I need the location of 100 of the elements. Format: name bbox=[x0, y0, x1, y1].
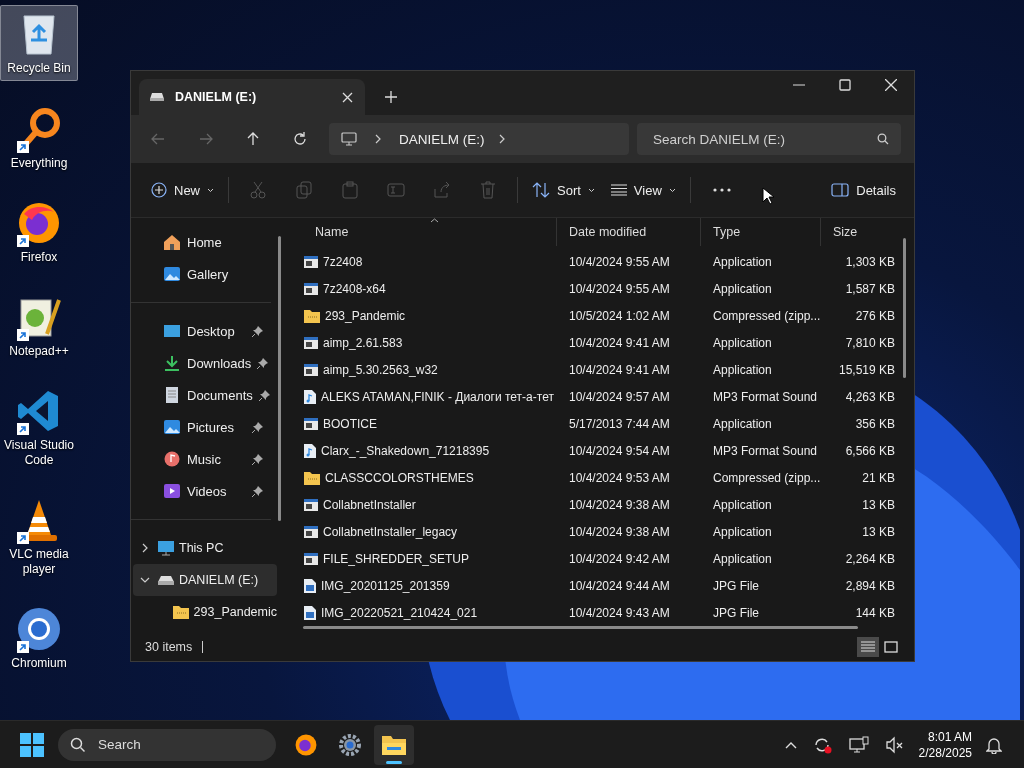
browser-icon bbox=[16, 606, 62, 652]
sidebar-item[interactable]: Desktop bbox=[131, 315, 271, 347]
bell-icon[interactable] bbox=[986, 735, 1002, 754]
zip-folder-icon bbox=[303, 307, 321, 324]
more-options-icon[interactable] bbox=[712, 188, 731, 192]
desktop-shortcut[interactable]: Firefox bbox=[0, 195, 78, 269]
up-arrow-icon[interactable] bbox=[247, 132, 259, 146]
shortcut-arrow-icon bbox=[17, 235, 29, 247]
sidebar-label: Videos bbox=[187, 483, 228, 499]
tree-item[interactable]: DANIELM (E:) bbox=[133, 564, 277, 596]
shortcut-arrow-icon bbox=[17, 141, 29, 153]
file-name: aimp_2.61.583 bbox=[323, 335, 403, 350]
type-cell-text: Application bbox=[712, 524, 773, 539]
tree-item[interactable]: This PC bbox=[133, 532, 277, 564]
network-icon[interactable] bbox=[848, 735, 869, 754]
drive-icon bbox=[149, 92, 165, 102]
monitor-icon bbox=[163, 323, 181, 339]
type-cell-text: MP3 Format Sound bbox=[712, 389, 819, 404]
desktop-shortcut[interactable]: Everything bbox=[0, 101, 78, 175]
search-input[interactable]: Search bbox=[96, 736, 264, 753]
sidebar-label: Documents bbox=[187, 387, 253, 403]
close-icon[interactable] bbox=[885, 79, 897, 91]
new-tab-icon[interactable] bbox=[385, 91, 397, 103]
column-header[interactable]: Type bbox=[701, 218, 821, 246]
back-arrow-icon[interactable] bbox=[151, 133, 165, 145]
breadcrumb-item[interactable]: DANIELM (E:) bbox=[399, 131, 485, 147]
refresh-icon[interactable] bbox=[293, 132, 307, 146]
type-cell-text: Compressed (zipp... bbox=[712, 308, 821, 323]
date-cell-text: 10/4/2024 9:44 AM bbox=[568, 578, 671, 593]
sidebar-item[interactable]: Documents bbox=[131, 379, 271, 411]
explorer-tab[interactable]: DANIELM (E:) bbox=[139, 79, 365, 115]
type-cell-text: JPG File bbox=[712, 605, 760, 620]
scrollbar[interactable] bbox=[278, 236, 281, 521]
start-icon[interactable] bbox=[20, 732, 44, 757]
file-name: 7z2408 bbox=[323, 254, 363, 269]
sidebar-item[interactable]: Home bbox=[131, 226, 271, 258]
column-header[interactable]: Size bbox=[821, 218, 899, 246]
maximize-icon[interactable] bbox=[839, 79, 851, 91]
size-cell-text: 7,810 KB bbox=[844, 335, 896, 350]
new-button[interactable]: New bbox=[143, 176, 222, 204]
speaker-muted-icon[interactable] bbox=[884, 735, 905, 754]
plus-circle-icon bbox=[151, 182, 167, 198]
sidebar-item[interactable]: Videos bbox=[131, 475, 271, 507]
forward-arrow-icon[interactable] bbox=[199, 133, 213, 145]
taskbar-search-field[interactable]: Search bbox=[58, 728, 276, 761]
chevron-up-icon[interactable] bbox=[784, 740, 797, 749]
sidebar-label: 293_Pandemic bbox=[193, 605, 277, 619]
details-button[interactable]: Details bbox=[823, 176, 904, 204]
music-file-icon bbox=[303, 388, 317, 405]
sidebar-item[interactable]: Gallery bbox=[131, 258, 271, 290]
scissors-icon bbox=[250, 181, 266, 199]
file-name: IMG_20201125_201359 bbox=[321, 578, 450, 593]
desktop-shortcut[interactable]: Visual Studio Code bbox=[0, 383, 78, 472]
column-header[interactable]: Name bbox=[303, 218, 557, 246]
size-cell-text: 13 KB bbox=[861, 524, 896, 539]
browser-icon bbox=[16, 200, 62, 246]
address-bar[interactable]: DANIELM (E:) bbox=[329, 123, 629, 155]
date-cell-text: 10/4/2024 9:54 AM bbox=[568, 443, 671, 458]
mouse-pointer-icon bbox=[762, 187, 774, 205]
file-name: 7z2408-x64 bbox=[323, 281, 386, 296]
desktop-shortcut[interactable]: Chromium bbox=[0, 601, 78, 675]
date-cell-text: 10/4/2024 9:41 AM bbox=[568, 335, 671, 350]
tree-item[interactable]: 293_Pandemic bbox=[133, 596, 277, 628]
list-lines-icon bbox=[861, 641, 875, 653]
desktop-shortcut[interactable]: Recycle Bin bbox=[0, 5, 78, 81]
sidebar-item[interactable]: Pictures bbox=[131, 411, 271, 443]
application-icon bbox=[303, 523, 319, 540]
sort-button[interactable]: Sort bbox=[524, 176, 603, 204]
file-name: ALEKS ATAMAN,FINIK - Диалоги тет-а-тет bbox=[321, 389, 554, 404]
column-header[interactable]: Date modified bbox=[557, 218, 701, 246]
search-input[interactable]: Search DANIELM (E:) bbox=[651, 130, 877, 148]
scrollbar[interactable] bbox=[303, 626, 858, 629]
type-cell-text: Application bbox=[712, 254, 773, 269]
scrollbar[interactable] bbox=[903, 238, 906, 378]
date-cell-text: 10/4/2024 9:53 AM bbox=[568, 470, 671, 485]
sidebar-item[interactable]: Downloads bbox=[131, 347, 271, 379]
type-cell-text: Application bbox=[712, 362, 773, 377]
desktop-shortcut[interactable]: VLC media player bbox=[0, 492, 78, 581]
desktop-shortcut[interactable]: Notepad++ bbox=[0, 289, 78, 363]
details-pane-icon bbox=[831, 183, 850, 197]
chevron-right-icon[interactable] bbox=[142, 543, 148, 553]
sidebar-item[interactable]: Music bbox=[131, 443, 271, 475]
download-icon bbox=[163, 355, 181, 371]
taskbar-app[interactable] bbox=[374, 724, 414, 765]
copy-icon bbox=[296, 181, 312, 199]
view-button[interactable]: View bbox=[602, 176, 684, 204]
clock[interactable]: 8:01 AM 2/28/2025 bbox=[918, 728, 972, 761]
tab-title: DANIELM (E:) bbox=[175, 90, 258, 104]
drive-icon bbox=[157, 574, 175, 586]
chevron-down-icon[interactable] bbox=[140, 577, 150, 583]
details-view-button[interactable] bbox=[857, 637, 879, 657]
music-icon bbox=[163, 451, 181, 467]
date-cell-text: 10/4/2024 9:57 AM bbox=[568, 389, 671, 404]
square-icon bbox=[884, 641, 898, 653]
size-cell-text: 4,263 KB bbox=[844, 389, 896, 404]
size-cell-text: 6,566 KB bbox=[844, 443, 896, 458]
search-field[interactable]: Search DANIELM (E:) bbox=[637, 123, 901, 155]
close-icon[interactable] bbox=[342, 91, 353, 103]
file-name: aimp_5.30.2563_w32 bbox=[323, 362, 438, 377]
size-cell-text: 2,264 KB bbox=[844, 551, 896, 566]
